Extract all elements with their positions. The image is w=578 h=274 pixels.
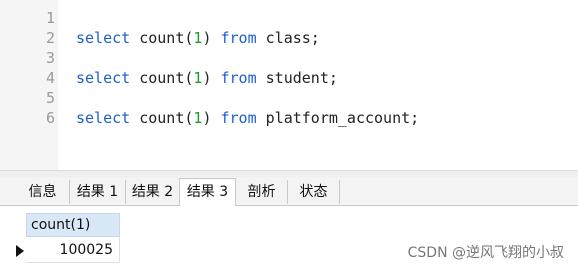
- sql-keyword: from: [220, 109, 257, 127]
- line-number: 1: [45, 9, 55, 27]
- line-number: 4: [45, 69, 55, 87]
- line-number-gutter: 1 2 3 4 5 6: [0, 0, 58, 170]
- line-number: 5: [45, 89, 55, 107]
- result-tab-bar: 信息 结果 1 结果 2 结果 3 剖析 状态: [0, 177, 578, 206]
- watermark: CSDN @逆风飞翔的小叔: [407, 245, 564, 261]
- code-line[interactable]: select count(1) from class;: [76, 28, 320, 48]
- column-header[interactable]: count(1): [26, 213, 120, 237]
- result-grid[interactable]: count(1) 100025: [0, 206, 578, 274]
- sql-table-name: class;: [265, 29, 320, 47]
- sql-table-name: platform_account;: [265, 109, 420, 127]
- line-number: 3: [45, 49, 55, 67]
- tab-result-2[interactable]: 结果 2: [126, 180, 180, 204]
- sql-paren: ): [202, 69, 212, 87]
- sql-function: count(: [139, 29, 194, 47]
- editor-splitter[interactable]: [0, 170, 578, 177]
- sql-function: count(: [139, 109, 194, 127]
- sql-paren: ): [202, 109, 212, 127]
- sql-keyword: from: [220, 69, 257, 87]
- sql-keyword: select: [76, 69, 131, 87]
- tab-status[interactable]: 状态: [288, 180, 340, 204]
- tab-result-1[interactable]: 结果 1: [70, 180, 126, 204]
- line-number: 6: [45, 109, 55, 127]
- sql-keyword: select: [76, 109, 131, 127]
- table-cell[interactable]: 100025: [26, 237, 120, 263]
- tab-profile[interactable]: 剖析: [236, 180, 288, 204]
- sql-keyword: select: [76, 29, 131, 47]
- sql-function: count(: [139, 69, 194, 87]
- sql-paren: ): [202, 29, 212, 47]
- code-line[interactable]: select count(1) from platform_account;: [76, 108, 419, 128]
- sql-editor[interactable]: 1 2 3 4 5 6 select count(1) from class; …: [0, 0, 578, 170]
- tab-result-3[interactable]: 结果 3: [179, 178, 236, 206]
- current-row-arrow-icon: [14, 239, 26, 263]
- line-number: 2: [45, 29, 55, 47]
- tab-info[interactable]: 信息: [16, 180, 70, 204]
- code-line[interactable]: select count(1) from student;: [76, 68, 338, 88]
- sql-keyword: from: [220, 29, 257, 47]
- sql-table-name: student;: [265, 69, 338, 87]
